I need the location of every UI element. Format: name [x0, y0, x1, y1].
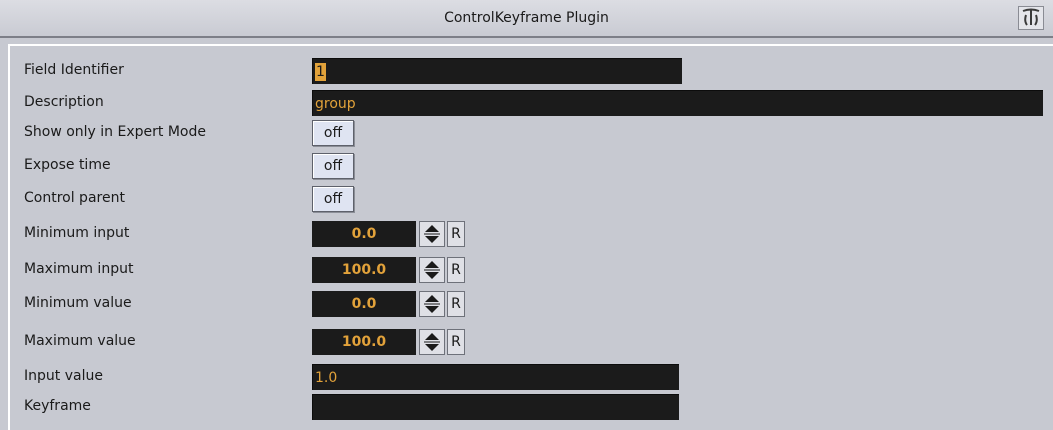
max-input-label: Maximum input — [24, 261, 134, 277]
input-value-label: Input value — [24, 368, 103, 384]
expose-time-toggle[interactable]: off — [312, 153, 354, 179]
field-identifier-input[interactable]: 1 — [312, 58, 682, 84]
description-label: Description — [24, 94, 104, 110]
keyframe-field[interactable] — [312, 394, 679, 420]
window-title: ControlKeyframe Plugin — [444, 10, 609, 26]
keyframe-label: Keyframe — [24, 398, 91, 414]
min-input-reset-button[interactable]: R — [447, 221, 465, 247]
row-min-input: Minimum input 0.0 R — [10, 221, 1053, 247]
max-input-spinner-icon[interactable] — [419, 257, 445, 283]
plugin-panel: Field Identifier 1 Description group Sho… — [8, 44, 1053, 430]
control-parent-toggle[interactable]: off — [312, 186, 354, 212]
row-description: Description group — [10, 90, 1053, 116]
vizrt-logo-icon[interactable] — [1018, 6, 1044, 30]
row-input-value: Input value 1.0 — [10, 364, 1053, 390]
max-input-field[interactable]: 100.0 — [312, 257, 416, 283]
row-keyframe: Keyframe — [10, 394, 1053, 420]
max-value-spinner-icon[interactable] — [419, 329, 445, 355]
min-value-reset-button[interactable]: R — [447, 291, 465, 317]
row-control-parent: Control parent off — [10, 186, 1053, 212]
description-input[interactable]: group — [312, 90, 1043, 116]
max-value-field[interactable]: 100.0 — [312, 329, 416, 355]
expose-time-label: Expose time — [24, 157, 111, 173]
row-max-value: Maximum value 100.0 R — [10, 329, 1053, 355]
input-value-field[interactable]: 1.0 — [312, 364, 679, 390]
max-input-reset-button[interactable]: R — [447, 257, 465, 283]
min-value-spinner-icon[interactable] — [419, 291, 445, 317]
row-expose-time: Expose time off — [10, 153, 1053, 179]
field-identifier-label: Field Identifier — [24, 62, 124, 78]
show-expert-label: Show only in Expert Mode — [24, 124, 206, 140]
min-input-field[interactable]: 0.0 — [312, 221, 416, 247]
min-input-spinner-icon[interactable] — [419, 221, 445, 247]
max-value-label: Maximum value — [24, 333, 136, 349]
max-value-reset-button[interactable]: R — [447, 329, 465, 355]
field-identifier-value: 1 — [315, 63, 326, 81]
row-min-value: Minimum value 0.0 R — [10, 291, 1053, 317]
row-field-identifier: Field Identifier 1 — [10, 58, 1053, 84]
min-input-label: Minimum input — [24, 225, 130, 241]
show-expert-toggle[interactable]: off — [312, 120, 354, 146]
control-parent-label: Control parent — [24, 190, 125, 206]
min-value-label: Minimum value — [24, 295, 132, 311]
row-show-expert: Show only in Expert Mode off — [10, 120, 1053, 146]
title-bar: ControlKeyframe Plugin — [0, 0, 1053, 38]
min-value-field[interactable]: 0.0 — [312, 291, 416, 317]
row-max-input: Maximum input 100.0 R — [10, 257, 1053, 283]
